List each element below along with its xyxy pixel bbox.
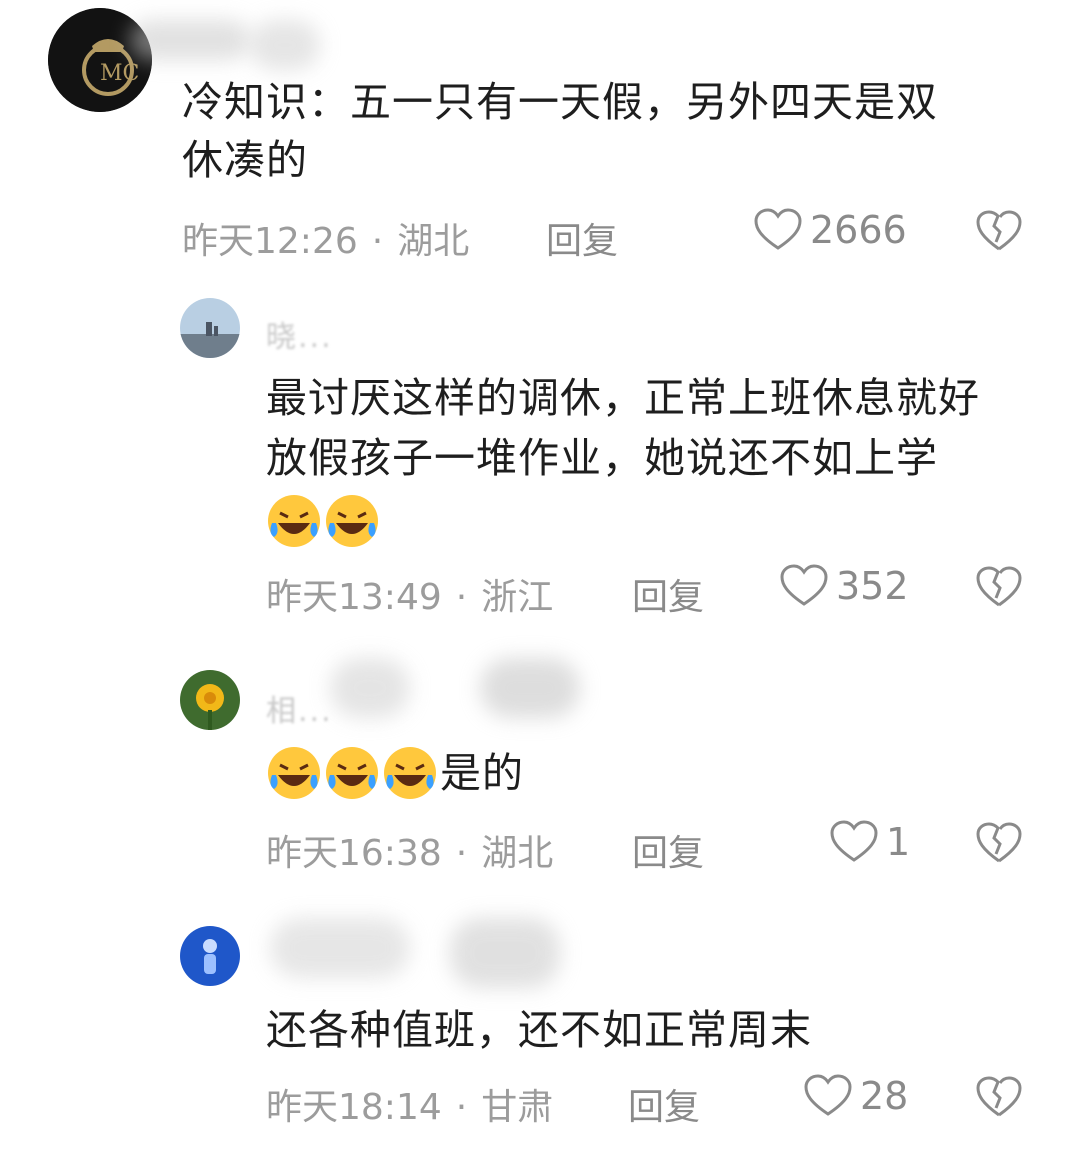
broken-heart-icon (976, 210, 1022, 251)
comment-3: 相... 是的 昨天16:38 · 湖北 回复 1 (0, 648, 1080, 888)
reply-button[interactable]: 回复 (632, 824, 704, 876)
reply-button[interactable]: 回复 (632, 568, 704, 620)
laugh-cry-emoji-icon (326, 495, 378, 547)
username[interactable]: 相... (266, 686, 333, 730)
laugh-cry-emoji-icon (326, 747, 378, 799)
comment-text: 是的 (440, 749, 524, 797)
dislike-button[interactable] (976, 1076, 1022, 1122)
blurred-username (250, 20, 320, 70)
comment-text-line: 休凑的 (182, 136, 308, 184)
comment-meta: 昨天12:26 · 湖北 (182, 212, 469, 264)
comment-location: 浙江 (481, 577, 554, 618)
yellow-flower-icon (180, 670, 240, 730)
heart-icon (830, 820, 878, 862)
comment-time: 昨天16:38 (266, 833, 442, 874)
comment-1: MC 冷知识：五一只有一天假，另外四天是双 休凑的 昨天12:26 · 湖北 回复 … (0, 0, 1080, 270)
like-count: 352 (836, 564, 909, 608)
laugh-cry-emoji-icon (384, 747, 436, 799)
blurred-username (330, 658, 410, 718)
blurred-username (270, 918, 410, 978)
comment-time: 昨天18:14 (266, 1087, 442, 1128)
heart-icon (804, 1074, 852, 1116)
avatar[interactable] (180, 298, 240, 358)
like-button[interactable]: 28 (804, 1074, 908, 1118)
comment-location: 湖北 (481, 833, 554, 874)
blurred-username (130, 20, 250, 60)
comment-text-line: 最讨厌这样的调休，正常上班休息就好 (266, 374, 980, 422)
laugh-cry-emoji-icon (268, 495, 320, 547)
separator-dot: · (371, 221, 384, 262)
broken-heart-icon (976, 566, 1022, 607)
landscape-icon (180, 298, 240, 358)
comment-text-line: 冷知识：五一只有一天假，另外四天是双 (182, 78, 938, 126)
reply-button[interactable]: 回复 (546, 212, 618, 264)
blurred-username (480, 658, 580, 718)
like-button[interactable]: 352 (780, 564, 909, 608)
like-count: 2666 (810, 208, 907, 252)
dislike-button[interactable] (976, 210, 1022, 256)
like-count: 1 (886, 820, 911, 864)
avatar[interactable] (180, 670, 240, 730)
comment-time: 昨天13:49 (266, 577, 442, 618)
comment-meta: 昨天13:49 · 浙江 (266, 568, 553, 620)
comment-meta: 昨天18:14 · 甘肃 (266, 1078, 553, 1130)
separator-dot: · (455, 1087, 468, 1128)
dislike-button[interactable] (976, 822, 1022, 868)
blue-figure-icon (180, 926, 240, 986)
heart-icon (780, 564, 828, 606)
avatar[interactable] (180, 926, 240, 986)
svg-text:MC: MC (100, 61, 139, 86)
comment-2: 晓... 最讨厌这样的调休，正常上班休息就好 放假孩子一堆作业，她说还不如上学 … (0, 290, 1080, 630)
like-button[interactable]: 2666 (754, 208, 907, 252)
dislike-button[interactable] (976, 566, 1022, 612)
emoji-row: 是的 (266, 740, 524, 803)
separator-dot: · (455, 833, 468, 874)
like-count: 28 (860, 1074, 909, 1118)
comment-location: 甘肃 (481, 1087, 554, 1128)
comment-text-line: 还各种值班，还不如正常周末 (266, 1006, 812, 1054)
comment-4: 还各种值班，还不如正常周末 昨天18:14 · 甘肃 回复 28 (0, 908, 1080, 1148)
heart-icon (754, 208, 802, 250)
emoji-row (266, 488, 382, 549)
laugh-cry-emoji-icon (268, 747, 320, 799)
comment-location: 湖北 (397, 221, 470, 262)
comment-time: 昨天12:26 (182, 221, 358, 262)
separator-dot: · (455, 577, 468, 618)
like-button[interactable]: 1 (830, 820, 910, 864)
blurred-username (450, 918, 560, 988)
comment-meta: 昨天16:38 · 湖北 (266, 824, 553, 876)
broken-heart-icon (976, 1076, 1022, 1117)
comment-text-line: 放假孩子一堆作业，她说还不如上学 (266, 434, 938, 482)
broken-heart-icon (976, 822, 1022, 863)
reply-button[interactable]: 回复 (628, 1078, 700, 1130)
username[interactable]: 晓... (266, 312, 333, 356)
